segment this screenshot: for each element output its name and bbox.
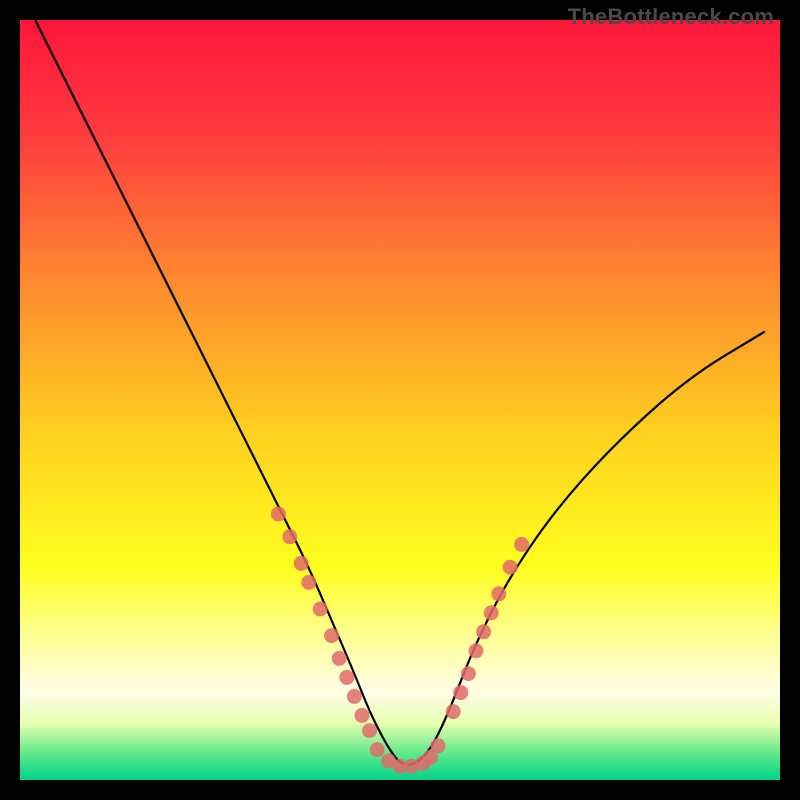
marker-point — [461, 666, 476, 681]
chart-frame — [20, 20, 780, 780]
marker-point — [332, 651, 347, 666]
marker-point — [370, 742, 385, 757]
marker-point — [313, 602, 328, 617]
marker-point — [476, 624, 491, 639]
watermark-text: TheBottleneck.com — [568, 4, 774, 30]
marker-point — [491, 586, 506, 601]
marker-point — [347, 689, 362, 704]
marker-point — [362, 723, 377, 738]
marker-point — [301, 575, 316, 590]
chart-svg — [20, 20, 780, 780]
chart-background — [20, 20, 780, 780]
marker-point — [453, 685, 468, 700]
marker-point — [294, 556, 309, 571]
marker-point — [503, 560, 518, 575]
marker-point — [271, 507, 286, 522]
marker-point — [324, 628, 339, 643]
marker-point — [469, 643, 484, 658]
marker-point — [431, 738, 446, 753]
marker-point — [514, 537, 529, 552]
marker-point — [339, 670, 354, 685]
marker-point — [355, 708, 370, 723]
marker-point — [484, 605, 499, 620]
marker-point — [446, 704, 461, 719]
marker-point — [282, 529, 297, 544]
